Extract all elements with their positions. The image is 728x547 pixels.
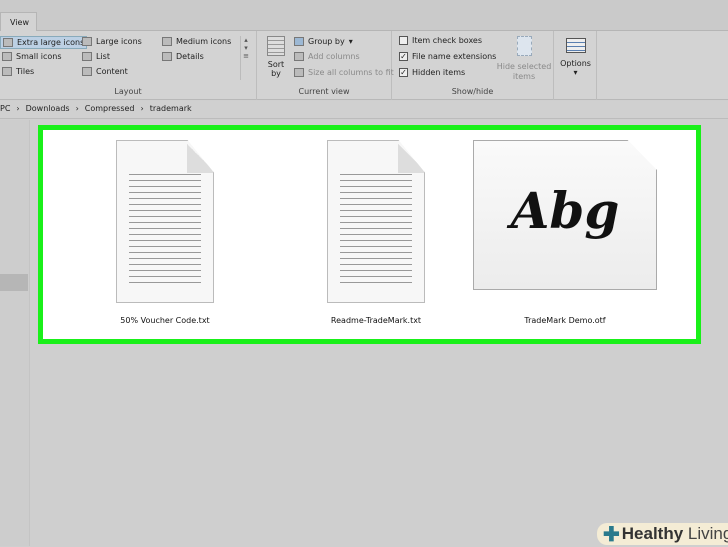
breadcrumb-item[interactable]: Downloads (26, 104, 70, 118)
ribbon-tabs: View (0, 0, 728, 32)
sort-by-button[interactable]: Sort by (265, 36, 287, 86)
options-icon (565, 38, 586, 53)
medium-icons-icon (162, 37, 172, 46)
file-name: 50% Voucher Code.txt (120, 316, 210, 325)
group-by-icon (294, 37, 304, 46)
file-name: TradeMark Demo.otf (524, 316, 606, 325)
layout-group: Extra large icons Large icons Medium ico… (0, 31, 257, 100)
breadcrumb-item[interactable]: Compressed (85, 104, 135, 118)
cross-icon: ✚ (603, 523, 620, 546)
dropdown-icon: ▾ (348, 37, 353, 46)
font-file-icon: Abg (473, 140, 657, 290)
hide-selected-items-button[interactable]: Hide selected items (496, 36, 552, 82)
watermark-logo: ✚ Healthy Living (597, 523, 728, 546)
add-columns-button[interactable]: Add columns (294, 52, 360, 61)
breadcrumb[interactable]: PC › Downloads › Compressed › trademark (0, 101, 728, 119)
breadcrumb-item[interactable]: trademark (150, 104, 192, 118)
navigation-pane (0, 120, 30, 546)
details-icon (162, 52, 172, 61)
layout-large-icons[interactable]: Large icons (82, 37, 142, 46)
nav-selected-item[interactable] (0, 274, 28, 291)
layout-group-label: Layout (114, 87, 142, 96)
size-columns-button[interactable]: Size all columns to fit (294, 68, 394, 77)
large-icons-icon (82, 37, 92, 46)
layout-details[interactable]: Details (162, 52, 204, 61)
item-check-boxes-checkbox[interactable]: Item check boxes (399, 36, 482, 45)
options-group: Options ▾ (554, 31, 597, 100)
layout-medium-icons[interactable]: Medium icons (162, 37, 231, 46)
file-name: Readme-TradeMark.txt (330, 316, 422, 325)
text-file-icon (116, 140, 214, 303)
hide-items-icon (516, 36, 532, 56)
layout-list[interactable]: List (82, 52, 110, 61)
file-list: 50% Voucher Code.txt Readme-TradeMark.tx… (38, 125, 701, 344)
content-icon (82, 67, 92, 76)
ribbon: Extra large icons Large icons Medium ico… (0, 31, 728, 100)
breadcrumb-item[interactable]: PC (0, 104, 10, 118)
text-file-icon (327, 140, 425, 303)
file-name-extensions-checkbox[interactable]: ✓ File name extensions (399, 52, 496, 61)
dropdown-icon: ▾ (573, 68, 578, 77)
current-view-label: Current view (298, 87, 350, 96)
show-hide-label: Show/hide (451, 87, 494, 96)
show-hide-group: Item check boxes ✓ File name extensions ✓… (392, 31, 554, 100)
tab-view[interactable]: View (0, 12, 37, 32)
list-icon (82, 52, 92, 61)
check-icon: ✓ (399, 67, 408, 77)
check-icon: ✓ (399, 51, 408, 61)
add-columns-icon (294, 52, 304, 61)
file-item[interactable]: Readme-TradeMark.txt (291, 140, 461, 325)
hidden-items-checkbox[interactable]: ✓ Hidden items (399, 68, 465, 77)
size-columns-icon (294, 68, 304, 77)
file-item[interactable]: Abg TradeMark Demo.otf (465, 140, 665, 325)
extra-large-icons-icon (3, 38, 13, 47)
sort-icon (267, 36, 285, 56)
small-icons-icon (2, 52, 12, 61)
layout-small-icons[interactable]: Small icons (2, 52, 62, 61)
options-button[interactable]: Options ▾ (558, 38, 593, 77)
layout-content[interactable]: Content (82, 67, 128, 76)
layout-scroll[interactable]: ▴ ▾ ≡ (240, 36, 251, 80)
tiles-icon (2, 67, 12, 76)
current-view-group: Sort by Group by ▾ Add columns Size all c… (257, 31, 394, 100)
file-item[interactable]: 50% Voucher Code.txt (80, 140, 250, 325)
group-by-button[interactable]: Group by ▾ (294, 37, 353, 46)
layout-extra-large-icons[interactable]: Extra large icons (0, 36, 88, 49)
layout-tiles[interactable]: Tiles (2, 67, 34, 76)
